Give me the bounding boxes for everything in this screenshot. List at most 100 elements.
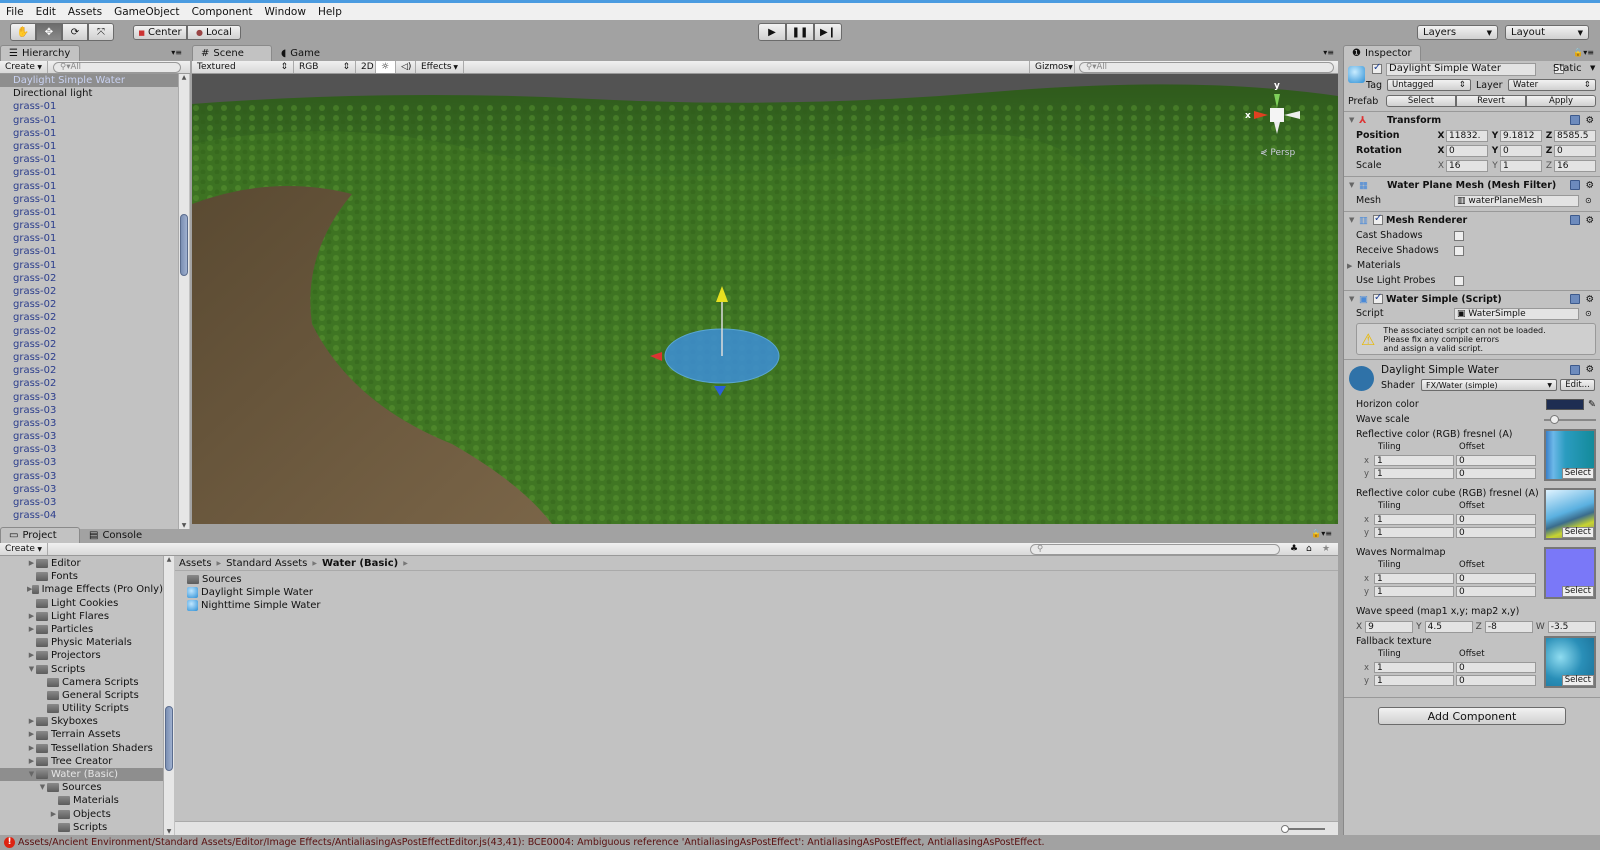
filter-type-icon[interactable]: ♣ bbox=[1290, 544, 1306, 554]
offset-x-field[interactable]: 0 bbox=[1456, 662, 1536, 673]
texture-thumbnail[interactable]: Select bbox=[1544, 488, 1596, 540]
hierarchy-item[interactable]: grass-03 bbox=[0, 417, 178, 430]
tab-hierarchy[interactable]: ☰ Hierarchy bbox=[0, 45, 80, 61]
cast-shadows-checkbox[interactable] bbox=[1454, 230, 1464, 241]
light-probes-checkbox[interactable] bbox=[1454, 275, 1464, 286]
file-item[interactable]: Sources bbox=[187, 573, 1338, 586]
tiling-x-field[interactable]: 1 bbox=[1374, 662, 1454, 673]
folder-tree-item[interactable]: ▼ Sources bbox=[0, 781, 163, 794]
scrollbar-thumb[interactable] bbox=[165, 706, 173, 771]
folder-tree-item[interactable]: ▼ Water (Basic) bbox=[0, 768, 163, 782]
gear-icon[interactable]: ⚙ bbox=[1585, 215, 1594, 226]
center-toggle[interactable]: ■ Center bbox=[133, 25, 187, 40]
prefab-select-button[interactable]: Select bbox=[1386, 95, 1456, 107]
hierarchy-item[interactable]: grass-01 bbox=[0, 193, 178, 206]
object-picker-icon[interactable]: ⊙ bbox=[1585, 309, 1592, 318]
hierarchy-item[interactable]: grass-02 bbox=[0, 338, 178, 351]
project-tree-scrollbar[interactable]: ▲ ▼ bbox=[163, 556, 174, 835]
panel-menu-icon[interactable]: ▾≡ bbox=[1323, 48, 1334, 57]
hierarchy-item[interactable]: grass-02 bbox=[0, 311, 178, 324]
folder-tree-item[interactable]: Utility Scripts bbox=[0, 702, 163, 715]
shader-dropdown[interactable]: FX/Water (simple) ▼ bbox=[1421, 379, 1557, 391]
wave-speed-z-field[interactable]: -8 bbox=[1484, 620, 1533, 633]
hierarchy-item[interactable]: grass-01 bbox=[0, 245, 178, 258]
tiling-x-field[interactable]: 1 bbox=[1374, 514, 1454, 525]
tag-dropdown[interactable]: Untagged ⇕ bbox=[1387, 79, 1471, 91]
menu-file[interactable]: File bbox=[6, 6, 24, 18]
folder-tree-item[interactable]: General Scripts bbox=[0, 689, 163, 702]
scale-z-field[interactable]: 16 bbox=[1554, 159, 1596, 172]
shader-edit-button[interactable]: Edit... bbox=[1560, 379, 1595, 391]
object-name-field[interactable]: Daylight Simple Water bbox=[1386, 63, 1536, 76]
hierarchy-item[interactable]: grass-01 bbox=[0, 232, 178, 245]
mesh-field[interactable]: ▥ waterPlaneMesh bbox=[1454, 194, 1579, 207]
tiling-y-field[interactable]: 1 bbox=[1374, 586, 1454, 597]
tab-scene[interactable]: # Scene bbox=[192, 45, 272, 61]
rotation-z-field[interactable]: 0 bbox=[1554, 144, 1596, 157]
folder-tree-item[interactable]: ▶ Objects bbox=[0, 808, 163, 821]
hierarchy-item[interactable]: grass-03 bbox=[0, 483, 178, 496]
step-button[interactable]: ▶❙ bbox=[814, 23, 842, 41]
hierarchy-item[interactable]: grass-02 bbox=[0, 351, 178, 364]
hierarchy-item[interactable]: grass-03 bbox=[0, 443, 178, 456]
breadcrumb-item[interactable]: Standard Assets bbox=[226, 558, 307, 569]
persp-label[interactable]: ⋞ Persp bbox=[1260, 148, 1295, 158]
scale-x-field[interactable]: 16 bbox=[1446, 159, 1488, 172]
offset-y-field[interactable]: 0 bbox=[1456, 468, 1536, 479]
project-search-input[interactable]: ⚲ bbox=[1030, 543, 1280, 555]
hierarchy-item[interactable]: grass-01 bbox=[0, 180, 178, 193]
hierarchy-item[interactable]: grass-03 bbox=[0, 496, 178, 509]
hierarchy-item-selected[interactable]: Daylight Simple Water bbox=[0, 74, 178, 88]
texture-select-button[interactable]: Select bbox=[1561, 675, 1594, 686]
tab-game[interactable]: ◖ Game bbox=[272, 45, 342, 61]
object-picker-icon[interactable]: ⊙ bbox=[1585, 196, 1592, 205]
hierarchy-item[interactable]: grass-03 bbox=[0, 404, 178, 417]
folder-tree-item[interactable]: ▶ Image Effects (Pro Only) bbox=[0, 583, 163, 596]
enabled-checkbox[interactable] bbox=[1373, 213, 1383, 225]
gear-icon[interactable]: ⚙ bbox=[1585, 115, 1594, 126]
slider-handle[interactable] bbox=[1550, 414, 1560, 424]
tab-inspector[interactable]: ❶ Inspector bbox=[1343, 45, 1421, 61]
folder-tree-item[interactable]: Fonts bbox=[0, 570, 163, 583]
help-icon[interactable] bbox=[1570, 294, 1581, 304]
texture-thumbnail[interactable]: Select bbox=[1544, 547, 1596, 599]
foldout-closed-icon[interactable]: ▶ bbox=[27, 755, 36, 768]
rotation-x-field[interactable]: 0 bbox=[1446, 144, 1488, 157]
help-icon[interactable] bbox=[1570, 115, 1581, 125]
move-tool-button[interactable]: ✥ bbox=[36, 23, 62, 41]
hierarchy-item[interactable]: grass-03 bbox=[0, 391, 178, 404]
hierarchy-item[interactable]: grass-01 bbox=[0, 100, 178, 113]
hierarchy-item[interactable]: grass-01 bbox=[0, 140, 178, 153]
hierarchy-item[interactable]: grass-01 bbox=[0, 114, 178, 127]
offset-x-field[interactable]: 0 bbox=[1456, 514, 1536, 525]
lighting-toggle[interactable]: ☼ bbox=[376, 61, 396, 73]
tiling-y-field[interactable]: 1 bbox=[1374, 675, 1454, 686]
hierarchy-item[interactable]: grass-01 bbox=[0, 259, 178, 272]
slider-handle[interactable] bbox=[1281, 825, 1289, 833]
foldout-closed-icon[interactable]: ▶ bbox=[27, 742, 36, 755]
foldout-closed-icon[interactable]: ▶ bbox=[27, 557, 36, 570]
offset-y-field[interactable]: 0 bbox=[1456, 527, 1536, 538]
hierarchy-item[interactable]: grass-02 bbox=[0, 377, 178, 390]
effects-dropdown[interactable]: Effects ▼ bbox=[416, 61, 464, 73]
favorite-star-icon[interactable]: ★ bbox=[1322, 544, 1338, 554]
pause-button[interactable]: ❚❚ bbox=[786, 23, 814, 41]
folder-tree-item[interactable]: ▶ Tree Creator bbox=[0, 755, 163, 768]
static-dropdown-icon[interactable]: ▼ bbox=[1590, 64, 1595, 72]
active-checkbox[interactable] bbox=[1372, 62, 1382, 74]
scroll-down-icon[interactable]: ▼ bbox=[164, 828, 174, 835]
texture-thumbnail[interactable]: Select bbox=[1544, 429, 1596, 481]
hierarchy-item[interactable]: grass-03 bbox=[0, 430, 178, 443]
tab-project[interactable]: ▭ Project bbox=[0, 527, 80, 543]
layers-dropdown[interactable]: Layers ▼ bbox=[1417, 25, 1498, 40]
hierarchy-item[interactable]: grass-01 bbox=[0, 166, 178, 179]
rotate-tool-button[interactable]: ⟳ bbox=[62, 23, 88, 41]
icon-size-slider[interactable] bbox=[1285, 828, 1325, 830]
foldout-closed-icon[interactable]: ▶ bbox=[27, 623, 36, 636]
scrollbar-thumb[interactable] bbox=[180, 214, 188, 276]
hierarchy-item[interactable]: grass-01 bbox=[0, 219, 178, 232]
shading-mode-dropdown[interactable]: Textured ⇕ bbox=[192, 61, 294, 73]
tiling-y-field[interactable]: 1 bbox=[1374, 468, 1454, 479]
panel-menu-icon[interactable]: ▾≡ bbox=[171, 48, 182, 57]
hierarchy-item[interactable]: grass-01 bbox=[0, 127, 178, 140]
